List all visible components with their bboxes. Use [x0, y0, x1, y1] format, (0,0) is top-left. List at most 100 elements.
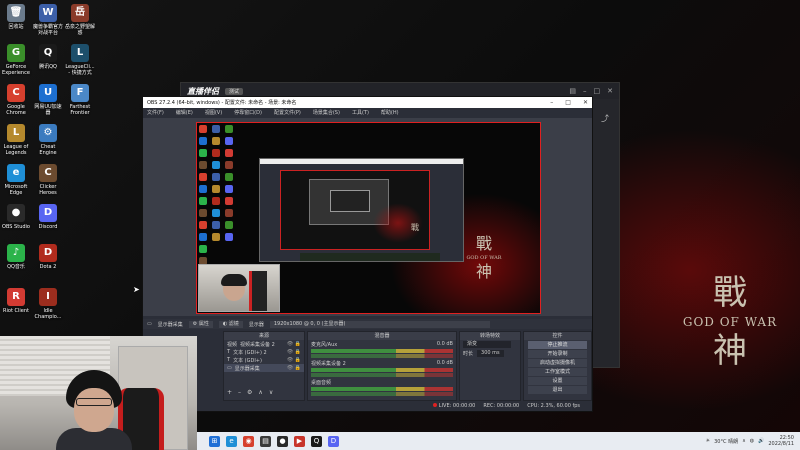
volume-slider[interactable] [311, 392, 453, 396]
source-row[interactable]: ▭ 显示器采集 👁 🔒 [224, 364, 304, 372]
desktop-icon[interactable]: Q 腾讯QQ [32, 44, 64, 70]
display-icon: ▭ [147, 321, 152, 327]
duration-label: 时长 [463, 351, 474, 357]
visibility-icon[interactable]: 👁 🔒 [287, 365, 301, 371]
volume-slider[interactable] [311, 373, 453, 377]
control-button[interactable]: 设置 [528, 377, 587, 385]
desktop-icon[interactable]: C Clicker Heroes [32, 164, 64, 196]
source-row[interactable]: 视频 视频采集设备 2 👁 🔒 [224, 340, 304, 348]
app-icon: ● [7, 204, 25, 222]
control-button[interactable]: 开始录制 [528, 350, 587, 358]
obs-menu-item[interactable]: 工具(T) [352, 109, 369, 116]
controls-panel: 控件 停止推流 开始录制 启动虚拟摄像机 工作室模式 设置 退出 [523, 331, 592, 401]
obs-dock: 来源 视频 视频采集设备 2 👁 🔒 T 文本 (GDI+) 2 👁 🔒 T 文本 (GDI+… [143, 331, 592, 401]
visibility-icon[interactable]: 👁 🔒 [287, 349, 301, 355]
obs-icon[interactable]: ● [277, 435, 288, 447]
source-settings-icon[interactable]: ⚙ [247, 389, 252, 396]
obs-menu-item[interactable]: 编辑(E) [176, 109, 193, 116]
volume-slider[interactable] [311, 354, 453, 358]
desktop-icon[interactable]: e Microsoft Edge [0, 164, 32, 196]
desktop-icon-label: Farthest Frontier [69, 104, 91, 116]
obs-preview-canvas[interactable]: 戰 戰 GOD OF WAR 神 [196, 122, 541, 314]
properties-button[interactable]: ⚙ 属性 [188, 320, 213, 328]
edge-icon[interactable]: e [226, 435, 237, 447]
obs-menu-item[interactable]: 场景集合(S) [313, 109, 340, 116]
source-row[interactable]: T 文本 (GDI+) 👁 🔒 [224, 356, 304, 364]
control-button[interactable]: 退出 [528, 386, 587, 394]
desktop-icon-grid: 🗑 回收站 W 魔兽争霸官方对战平台岳岳泉之野望解惑 G GeForce Experien… [0, 0, 100, 340]
obs-window[interactable]: OBS 27.2.4 (64-bit, windows) - 配置文件: 未命名… [142, 96, 593, 412]
live-companion-icon[interactable]: ▶ [294, 435, 305, 447]
obs-menu-item[interactable]: 配置文件(P) [274, 109, 301, 116]
app-icon: L [7, 124, 25, 142]
sources-panel: 来源 视频 视频采集设备 2 👁 🔒 T 文本 (GDI+) 2 👁 🔒 T 文本 (GDI+… [223, 331, 305, 401]
visibility-icon[interactable]: 👁 🔒 [287, 341, 301, 347]
volume-icon[interactable]: 🔊 [758, 438, 764, 444]
desktop-icon[interactable]: L League of Legends [0, 124, 32, 156]
live-companion-sidebar: ⤴ [591, 99, 619, 367]
obs-menu-item[interactable]: 文件(F) [147, 109, 164, 116]
mixer-header: 混音器 [308, 332, 456, 340]
add-source-icon[interactable]: + [227, 389, 232, 396]
control-button[interactable]: 启动虚拟摄像机 [528, 359, 587, 367]
controls-header: 控件 [524, 332, 591, 340]
chrome-icon[interactable]: ◉ [243, 435, 254, 447]
menu-icon[interactable]: ▤ [569, 87, 576, 95]
explorer-icon[interactable]: ▤ [260, 435, 271, 447]
obs-menu-item[interactable]: 停靠窗口(D) [234, 109, 262, 116]
desktop-icon[interactable]: 岳岳泉之野望解惑 [64, 4, 96, 36]
transition-type-select[interactable]: 渐变 [463, 341, 511, 348]
obs-preview-area[interactable]: 戰 戰 GOD OF WAR 神 [143, 118, 592, 316]
weather-icon[interactable]: ☀ [706, 438, 710, 444]
obs-menu-item[interactable]: 视图(V) [205, 109, 222, 116]
remove-source-icon[interactable]: – [238, 389, 241, 396]
minimize-icon[interactable]: – [550, 99, 553, 106]
display-label: 显示器 [248, 321, 264, 328]
desktop-icon-label: Cheat Engine [39, 144, 57, 156]
source-type-icon: 视频 [227, 341, 238, 348]
start-icon[interactable]: ⊞ [209, 435, 220, 447]
tray-chevron-icon[interactable]: ∧ [742, 438, 746, 444]
desktop-icon[interactable]: ⚙ Cheat Engine [32, 124, 64, 156]
desktop-icon[interactable]: W 魔兽争霸官方对战平台 [32, 4, 64, 36]
duration-input[interactable]: 300 ms [477, 350, 504, 357]
desktop-icon[interactable]: C Google Chrome [0, 84, 32, 116]
visibility-icon[interactable]: 👁 🔒 [287, 357, 301, 363]
control-button[interactable]: 工作室模式 [528, 368, 587, 376]
desktop-icon[interactable]: ♪ QQ音乐 [0, 244, 32, 270]
desktop-icon[interactable]: ● OBS Studio [0, 204, 32, 230]
desktop-icon[interactable]: L LeagueCli... - 快捷方式 [64, 44, 96, 76]
move-down-icon[interactable]: ∨ [269, 389, 273, 396]
minimize-icon[interactable]: – [583, 87, 587, 95]
close-icon[interactable]: ✕ [583, 99, 588, 106]
sources-header: 来源 [224, 332, 304, 340]
move-up-icon[interactable]: ∧ [258, 389, 262, 396]
source-row[interactable]: T 文本 (GDI+) 2 👁 🔒 [224, 348, 304, 356]
desktop-icon[interactable]: D Dota 2 [32, 244, 64, 270]
qq-icon[interactable]: Q [311, 435, 322, 447]
desktop-icon[interactable]: 🗑 回收站 [0, 4, 32, 30]
obs-menu-item[interactable]: 帮助(H) [381, 109, 399, 116]
mixer-level: 0.0 dB [436, 341, 453, 347]
source-name: 显示器采集 [234, 365, 260, 372]
desktop-icon[interactable]: F Farthest Frontier [64, 84, 96, 116]
maximize-icon[interactable]: □ [594, 87, 601, 95]
close-icon[interactable]: ✕ [607, 87, 613, 95]
desktop-icon[interactable]: I Idle Champio... [32, 288, 64, 320]
desktop-icon[interactable]: R Riot Client [0, 288, 32, 314]
transitions-panel: 转场特效 渐变 时长 300 ms [459, 331, 521, 401]
filters-button[interactable]: ◐ 滤镜 [218, 320, 243, 328]
maximize-icon[interactable]: □ [565, 99, 571, 106]
display-select[interactable]: 1920x1080 @ 0, 0 (主显示器) [269, 320, 490, 328]
mixer-channel-name: 麦克风/Aux [311, 342, 338, 348]
clock[interactable]: 22:50 2022/8/11 [768, 435, 794, 447]
weather-text[interactable]: 30°C 晴朗 [714, 438, 738, 445]
mixer-channel: 麦克风/Aux 0.0 dB [308, 340, 456, 359]
discord-icon[interactable]: D [328, 435, 339, 447]
control-button[interactable]: 停止推流 [528, 341, 587, 349]
desktop-icon[interactable]: D Discord [32, 204, 64, 230]
network-icon[interactable]: ◍ [750, 438, 754, 444]
share-icon[interactable]: ⤴ [601, 113, 609, 124]
desktop-icon[interactable]: G GeForce Experience [0, 44, 32, 76]
desktop-icon[interactable]: U 网易UU加速器 [32, 84, 64, 116]
